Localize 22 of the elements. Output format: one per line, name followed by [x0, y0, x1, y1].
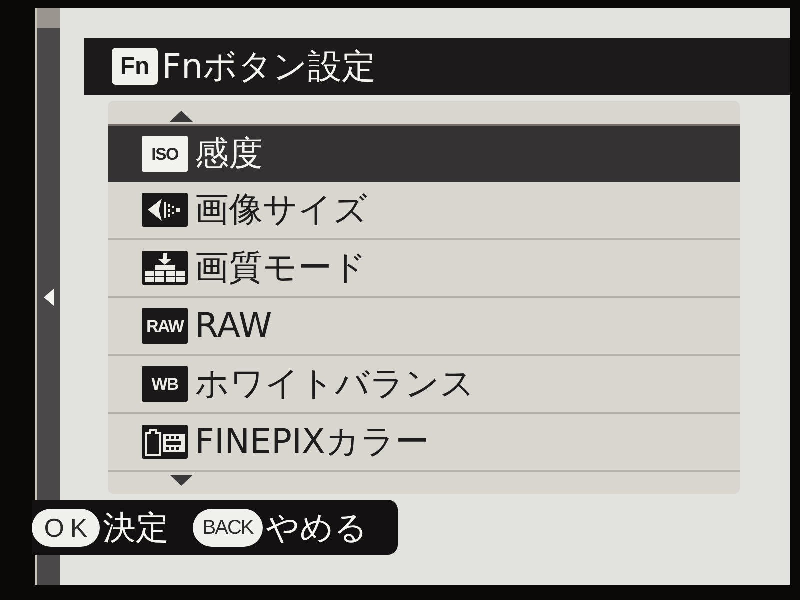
- key-badge: BACK: [193, 508, 263, 546]
- menu-item[interactable]: 画像サイズ: [108, 182, 740, 240]
- label-badge: RAW: [142, 308, 188, 344]
- title-text: Fnボタン設定: [162, 50, 376, 84]
- hint-label: 決定: [103, 511, 169, 544]
- hint-label: やめる: [266, 511, 368, 544]
- key-badge: OK: [32, 508, 100, 546]
- scroll-up-icon: [170, 111, 193, 122]
- label-badge: WB: [142, 366, 188, 402]
- left-arrow-icon: [44, 289, 54, 306]
- side-panel-top-strip: [37, 8, 60, 28]
- menu-item[interactable]: ISO 感度: [108, 124, 740, 182]
- film-roll-icon: [142, 425, 188, 459]
- quality-grid-icon: [142, 251, 188, 285]
- image-size-icon: [142, 193, 188, 227]
- menu-item[interactable]: 画質モード: [108, 240, 740, 298]
- menu-item[interactable]: RAW RAW: [108, 298, 740, 356]
- menu-item[interactable]: FINEPIXカラー: [108, 414, 740, 472]
- scroll-down-icon: [170, 475, 193, 486]
- fn-badge: Fn: [112, 48, 158, 85]
- label-badge: ISO: [142, 136, 188, 172]
- menu-item[interactable]: WB ホワイトバランス: [108, 356, 740, 414]
